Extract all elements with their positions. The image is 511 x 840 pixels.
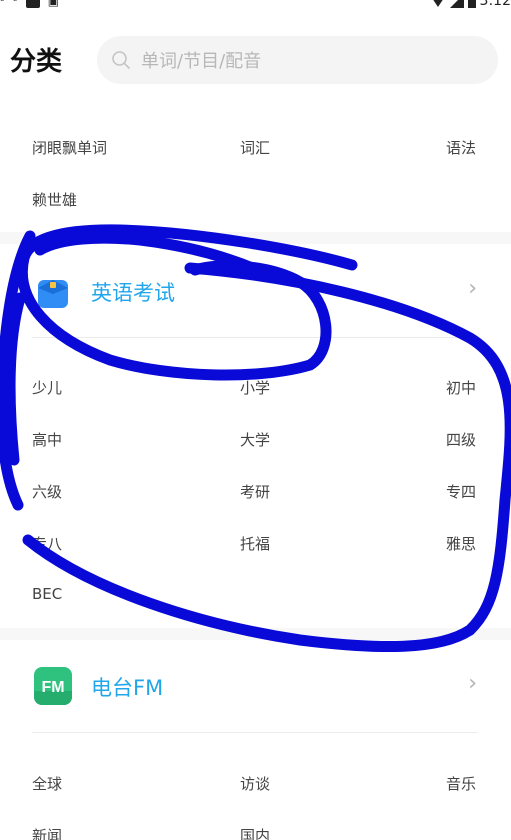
status-time: 3:12 [479,0,511,9]
category-tag[interactable]: 全球 [32,773,62,794]
battery-icon [467,0,476,8]
category-tag[interactable]: 专四 [446,481,476,502]
section-header-english-exam[interactable]: 英语考试 › [0,246,511,336]
category-tag[interactable]: 新闻 [32,825,62,840]
section-divider [0,628,511,640]
category-tag[interactable]: 语法 [446,137,476,158]
category-tag[interactable]: 国内 [240,825,270,840]
status-left-icons: ᶹ ᶹ ▣ [0,0,59,8]
graduation-cap-icon [38,280,68,308]
category-tag[interactable]: 高中 [32,429,62,450]
category-tag[interactable]: 六级 [32,481,62,502]
notification-icon: ᶹ [0,0,5,8]
category-tag[interactable]: 小学 [240,377,270,398]
category-tag[interactable]: 音乐 [446,773,476,794]
status-bar: ᶹ ᶹ ▣ 3:12 [0,0,511,12]
category-tag[interactable]: 考研 [240,481,270,502]
page-title: 分类 [10,47,63,77]
section-title: 英语考试 [91,281,175,305]
notification-icon: ᶹ [12,0,18,8]
top-bar: 分类 单词/节目/配音 [0,36,511,84]
wifi-icon [429,0,446,7]
signal-icon [449,0,464,8]
category-tag[interactable]: 专八 [32,533,62,554]
divider [32,337,478,338]
search-icon [112,51,130,69]
category-tag[interactable]: 初中 [446,377,476,398]
section-title: 电台FM [91,676,164,700]
image-notification-icon: ▣ [47,0,60,8]
search-placeholder: 单词/节目/配音 [141,51,262,72]
category-tag[interactable]: 词汇 [240,137,270,158]
chevron-right-icon: › [468,276,477,301]
category-tag[interactable]: 闭眼飘单词 [32,137,107,158]
category-tag[interactable]: 大学 [240,429,270,450]
search-input[interactable]: 单词/节目/配音 [97,36,498,84]
category-tag[interactable]: BEC [32,585,62,603]
category-tag[interactable]: 少儿 [32,377,62,398]
status-right-icons: 3:12 [429,0,511,9]
category-tag[interactable]: 赖世雄 [32,189,77,210]
section-divider [0,232,511,244]
fm-radio-icon: FM [34,667,72,705]
section-header-fm[interactable]: FM 电台FM › [0,641,511,731]
divider [32,732,478,733]
chevron-right-icon: › [468,671,477,696]
category-tag[interactable]: 四级 [446,429,476,450]
category-tag[interactable]: 托福 [240,533,270,554]
category-tag[interactable]: 访谈 [240,773,270,794]
app-notification-icon [25,0,40,8]
category-tag[interactable]: 雅思 [446,533,476,554]
fm-icon-text: FM [41,679,64,696]
